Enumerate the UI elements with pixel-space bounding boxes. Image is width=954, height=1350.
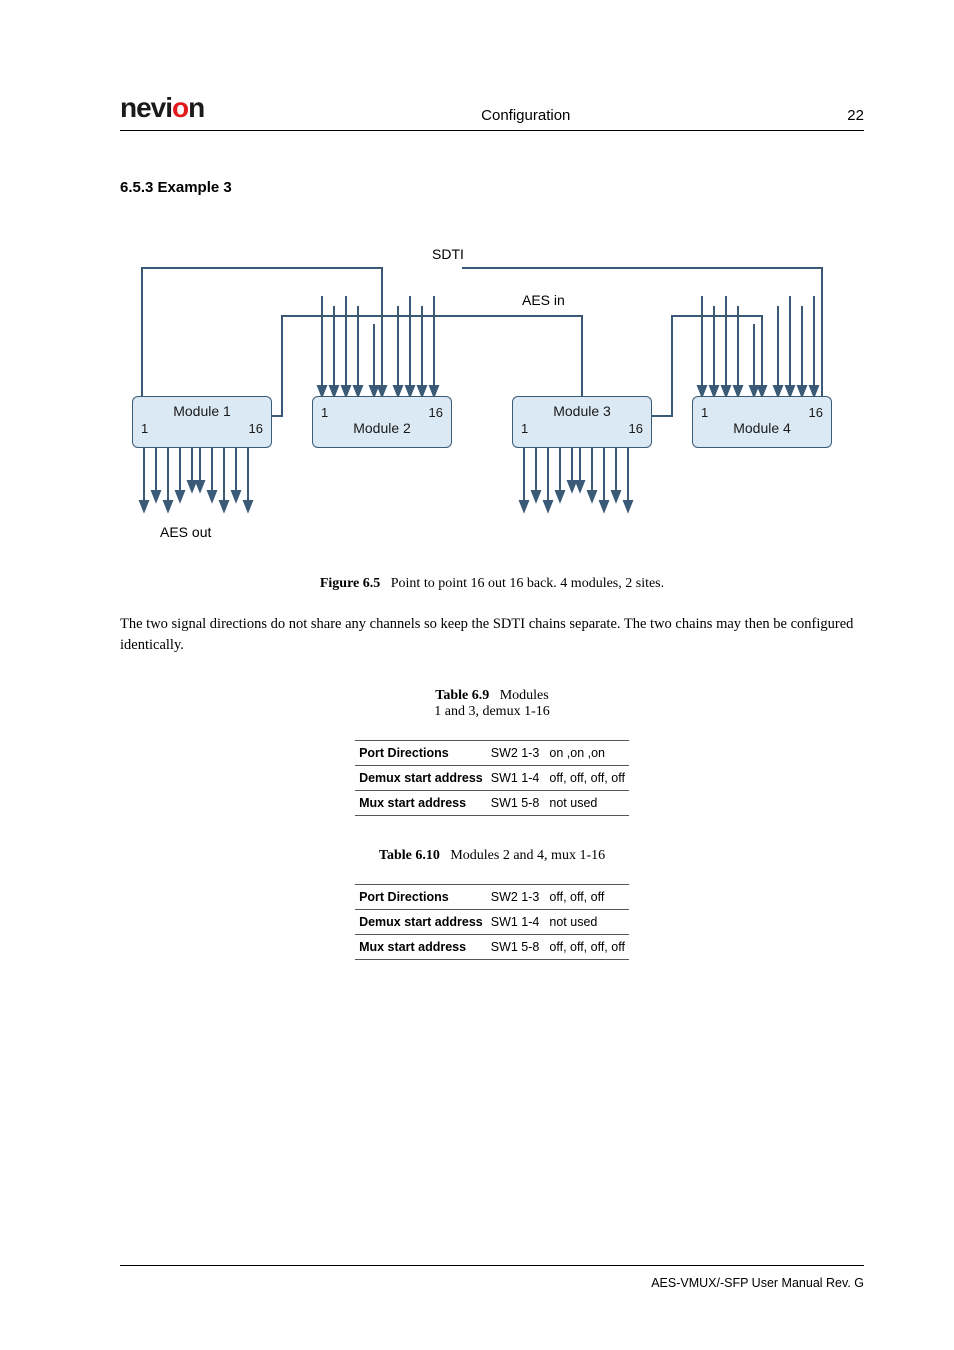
cell-value: off, off, off xyxy=(545,885,629,910)
module-hi: 16 xyxy=(809,405,823,420)
module-hi: 16 xyxy=(429,405,443,420)
module-name: Module 1 xyxy=(173,403,231,419)
table-label: Table 6.9 xyxy=(435,688,489,703)
table-text-line2: 1 and 3, demux 1-16 xyxy=(434,704,549,719)
table-label: Table 6.10 xyxy=(379,848,440,863)
cell-value: off, off, off, off xyxy=(545,935,629,960)
cell-switch: SW1 1-4 xyxy=(487,766,546,791)
table-row: Mux start addressSW1 5-8not used xyxy=(355,791,629,816)
module-lo: 1 xyxy=(321,405,328,420)
cell-value: not used xyxy=(545,791,629,816)
header-title: Configuration xyxy=(481,107,570,124)
cell-value: not used xyxy=(545,910,629,935)
table-text-line1: Modules xyxy=(500,688,549,703)
diagram-module-4: 1 16 Module 4 xyxy=(692,396,832,448)
table-row: Mux start addressSW1 5-8off, off, off, o… xyxy=(355,935,629,960)
module-name: Module 3 xyxy=(553,403,611,419)
page-header: nevion Configuration 22 xyxy=(120,92,864,130)
module-lo: 1 xyxy=(141,421,148,436)
table-row: Demux start addressSW1 1-4off, off, off,… xyxy=(355,766,629,791)
table-row: Port DirectionsSW2 1-3on ,on ,on xyxy=(355,741,629,766)
cell-key: Demux start address xyxy=(355,766,487,791)
cell-key: Mux start address xyxy=(355,791,487,816)
diagram-module-2: 1 16 Module 2 xyxy=(312,396,452,448)
body-paragraph: The two signal directions do not share a… xyxy=(120,614,864,656)
cell-key: Mux start address xyxy=(355,935,487,960)
cell-switch: SW2 1-3 xyxy=(487,885,546,910)
cell-switch: SW1 5-8 xyxy=(487,935,546,960)
module-hi: 16 xyxy=(249,421,263,436)
brand-logo: nevion xyxy=(120,92,204,124)
module-lo: 1 xyxy=(521,421,528,436)
diagram-module-3: Module 3 1 16 xyxy=(512,396,652,448)
figure-caption: Figure 6.5 Point to point 16 out 16 back… xyxy=(120,576,864,592)
module-name: Module 2 xyxy=(353,420,411,436)
cell-switch: SW2 1-3 xyxy=(487,741,546,766)
table-6-10: Port DirectionsSW2 1-3off, off, off Demu… xyxy=(355,884,629,960)
cell-switch: SW1 5-8 xyxy=(487,791,546,816)
figure-label: Figure 6.5 xyxy=(320,576,380,591)
cell-key: Demux start address xyxy=(355,910,487,935)
table-6-9: Port DirectionsSW2 1-3on ,on ,on Demux s… xyxy=(355,740,629,816)
table10-caption: Table 6.10 Modules 2 and 4, mux 1-16 xyxy=(120,848,864,864)
footer-text: AES-VMUX/-SFP User Manual Rev. G xyxy=(120,1276,864,1290)
cell-value: on ,on ,on xyxy=(545,741,629,766)
diagram-module-1: Module 1 1 16 xyxy=(132,396,272,448)
cell-key: Port Directions xyxy=(355,741,487,766)
module-name: Module 4 xyxy=(733,420,791,436)
cell-switch: SW1 1-4 xyxy=(487,910,546,935)
brand-suffix: n xyxy=(188,92,204,123)
brand-accent: o xyxy=(172,92,188,123)
table-text: Modules 2 and 4, mux 1-16 xyxy=(450,848,605,863)
page-footer: AES-VMUX/-SFP User Manual Rev. G xyxy=(120,1265,864,1290)
figure-diagram: SDTI AES in AES out xyxy=(120,246,864,546)
module-lo: 1 xyxy=(701,405,708,420)
table-row: Port DirectionsSW2 1-3off, off, off xyxy=(355,885,629,910)
table-row: Demux start addressSW1 1-4not used xyxy=(355,910,629,935)
cell-key: Port Directions xyxy=(355,885,487,910)
cell-value: off, off, off, off xyxy=(545,766,629,791)
figure-text: Point to point 16 out 16 back. 4 modules… xyxy=(391,576,664,591)
table9-caption: Table 6.9 Modules 1 and 3, demux 1-16 xyxy=(120,688,864,720)
header-rule xyxy=(120,130,864,131)
page-number: 22 xyxy=(847,107,864,124)
section-heading: 6.5.3 Example 3 xyxy=(120,179,864,196)
module-hi: 16 xyxy=(629,421,643,436)
footer-rule xyxy=(120,1265,864,1266)
brand-prefix: nevi xyxy=(120,92,172,123)
